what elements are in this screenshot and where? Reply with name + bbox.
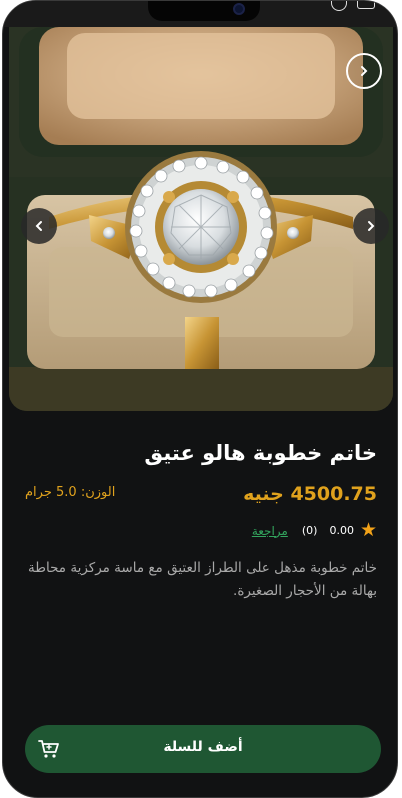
- product-title: خاتم خطوبة هالو عتيق: [144, 441, 377, 465]
- product-description: خاتم خطوبة مذهل على الطراز العتيق مع ماس…: [28, 560, 377, 599]
- image-next-button[interactable]: [346, 53, 382, 89]
- product-price: 4500.75 جنيه: [243, 483, 377, 505]
- review-link[interactable]: مراجعة: [252, 524, 288, 538]
- chevron-left-icon: [35, 221, 42, 231]
- ring-in-box-image: [9, 27, 393, 411]
- signal-icon: [331, 1, 347, 11]
- carousel-next-button[interactable]: [353, 208, 389, 244]
- add-to-cart-button[interactable]: أضف للسلة: [25, 725, 381, 773]
- product-weight: الوزن: 5.0 جرام: [25, 485, 116, 500]
- carousel-prev-button[interactable]: [21, 208, 57, 244]
- camera-notch: [148, 1, 260, 21]
- add-to-cart-label: أضف للسلة: [163, 739, 243, 755]
- product-image: [9, 27, 393, 411]
- star-icon: ★: [359, 519, 377, 541]
- rating-value: 0.00: [329, 524, 354, 537]
- rating-count: (0): [301, 524, 318, 537]
- chevron-right-icon: [368, 221, 375, 231]
- status-bar: [3, 1, 397, 27]
- battery-icon: [357, 1, 375, 9]
- phone-frame: خاتم خطوبة هالو عتيق 4500.75 جنيه الوزن:…: [2, 0, 398, 798]
- rating-row: ★ 0.00 (0) مراجعة: [252, 521, 377, 540]
- front-camera-icon: [233, 3, 245, 15]
- chevron-right-icon: [361, 66, 368, 76]
